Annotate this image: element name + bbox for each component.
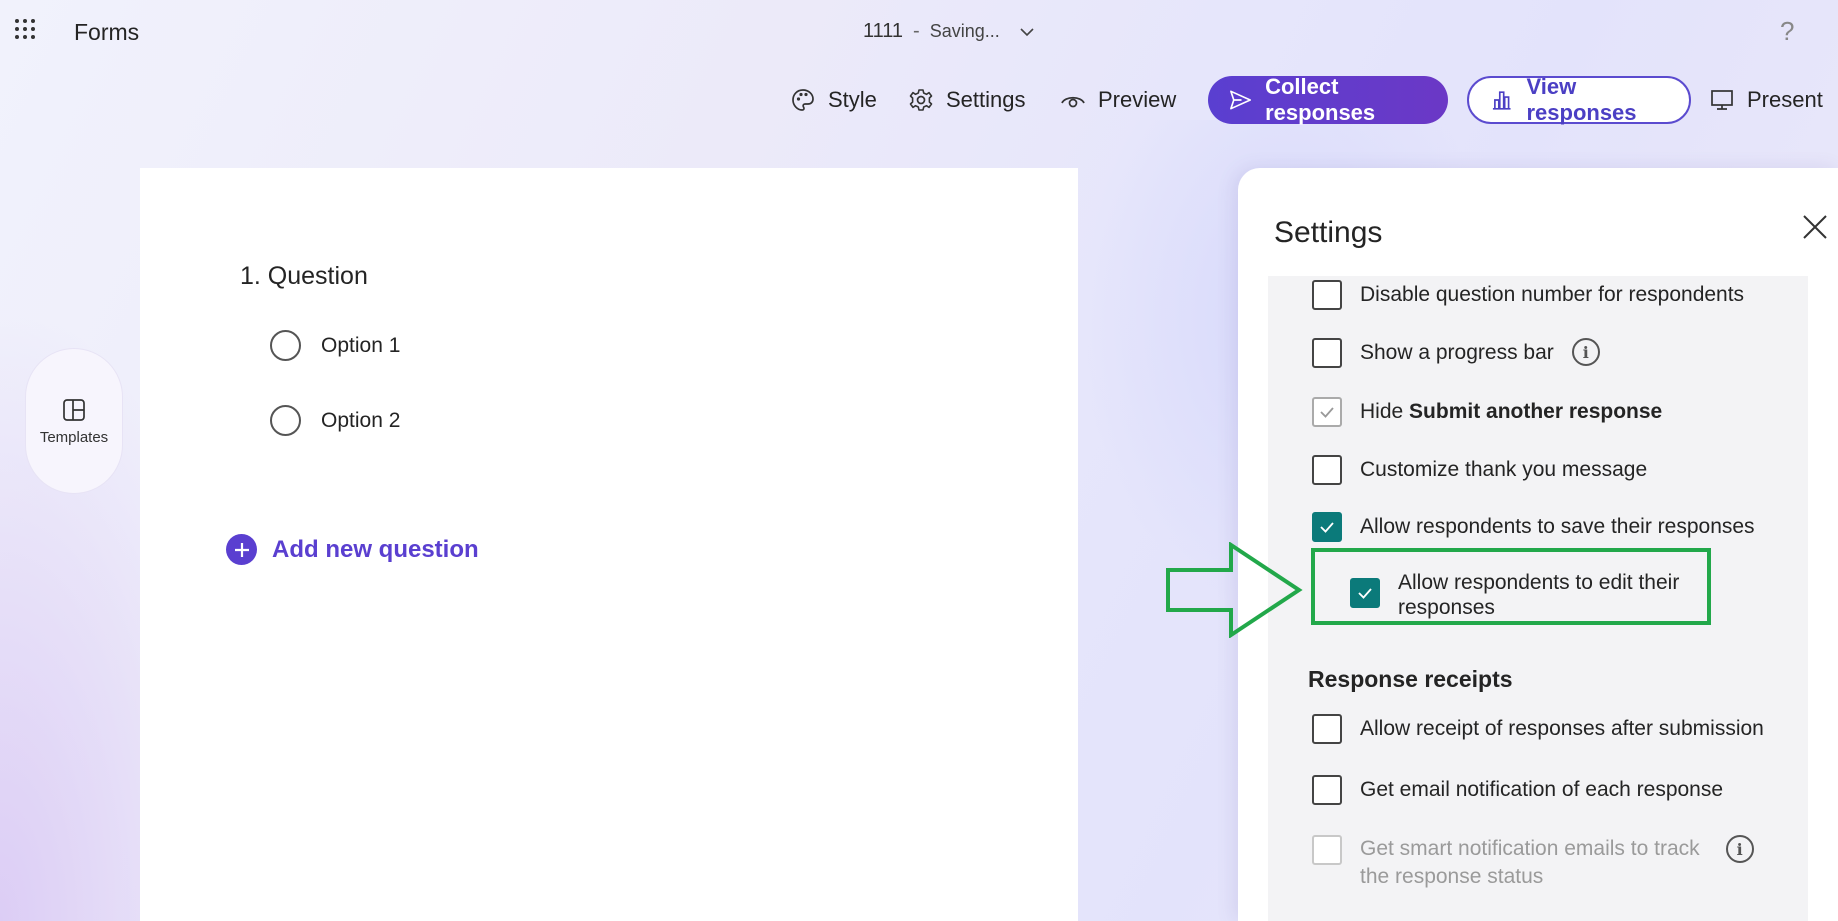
setting-label-line2: the response status [1360, 865, 1544, 888]
help-icon[interactable]: ? [1780, 16, 1794, 47]
settings-panel: Settings Disable question number for res… [1238, 168, 1838, 921]
save-status: Saving... [929, 21, 1000, 41]
document-title-area[interactable]: 1111 - Saving... [863, 20, 1036, 43]
present-button[interactable]: Present [1709, 75, 1823, 125]
option-2[interactable]: Option 2 [270, 405, 400, 436]
view-responses-label: View responses [1526, 74, 1637, 125]
checkbox[interactable] [1312, 775, 1342, 805]
setting-allow-save-responses[interactable]: Allow respondents to save their response… [1312, 512, 1755, 542]
add-new-question-button[interactable]: Add new question [226, 534, 479, 565]
setting-label: Disable question number for respondents [1360, 283, 1745, 306]
present-label: Present [1747, 87, 1823, 112]
preview-button[interactable]: Preview [1060, 75, 1176, 125]
collect-responses-label: Collect responses [1265, 74, 1376, 125]
add-new-question-label: Add new question [272, 535, 479, 563]
app-launcher-icon[interactable] [14, 18, 36, 40]
style-label: Style [828, 87, 877, 112]
checkbox[interactable] [1312, 512, 1342, 542]
checkbox[interactable] [1312, 714, 1342, 744]
view-responses-button[interactable]: View responses [1467, 74, 1691, 125]
checkbox[interactable] [1312, 397, 1342, 427]
gear-icon [909, 89, 933, 111]
settings-button[interactable]: Settings [908, 75, 1026, 125]
checkbox[interactable] [1312, 338, 1342, 368]
setting-label: Hide Submit another response [1360, 397, 1662, 427]
setting-label: Customize thank you message [1360, 458, 1648, 481]
setting-allow-receipt[interactable]: Allow receipt of responses after submiss… [1312, 714, 1764, 744]
app-name[interactable]: Forms [74, 19, 139, 46]
checkbox[interactable] [1312, 835, 1342, 865]
info-icon[interactable]: i [1725, 835, 1754, 863]
preview-label: Preview [1098, 87, 1177, 112]
info-icon[interactable]: i [1571, 338, 1600, 366]
plus-icon [226, 534, 257, 565]
templates-icon [63, 398, 85, 421]
toolbar: Style Settings Preview Collect responses… [0, 74, 1838, 125]
option-label: Option 2 [321, 408, 401, 432]
palette-icon [792, 89, 814, 111]
title-separator: - [913, 20, 920, 42]
bar-chart-icon [1492, 91, 1511, 110]
annotation-highlight-box [1311, 548, 1711, 625]
style-button[interactable]: Style [790, 75, 877, 125]
setting-label: Get email notification of each response [1360, 778, 1724, 801]
question-title[interactable]: 1. Question [240, 262, 368, 291]
setting-email-notification[interactable]: Get email notification of each response [1312, 775, 1723, 805]
checkbox[interactable] [1312, 455, 1342, 485]
annotation-arrow-icon [1166, 542, 1303, 638]
document-title: 1111 [863, 20, 904, 42]
setting-label: Show a progress bar [1360, 341, 1554, 364]
setting-label-bold: Submit another response [1409, 400, 1663, 423]
setting-hide-submit-another[interactable]: Hide Submit another response [1312, 397, 1662, 427]
eye-icon [1061, 96, 1085, 108]
check-icon [1320, 407, 1334, 418]
setting-customize-thank-you[interactable]: Customize thank you message [1312, 455, 1647, 485]
send-icon [1230, 90, 1252, 110]
setting-label: Allow receipt of responses after submiss… [1360, 717, 1764, 740]
option-1[interactable]: Option 1 [270, 330, 400, 361]
setting-label: Get smart notification emails to track t… [1360, 835, 1700, 891]
setting-label-prefix: Hide [1360, 400, 1410, 423]
setting-label: Allow respondents to save their response… [1360, 515, 1755, 538]
response-receipts-heading: Response receipts [1308, 666, 1513, 692]
setting-smart-notification[interactable]: Get smart notification emails to track t… [1312, 835, 1754, 891]
settings-panel-title: Settings [1274, 216, 1383, 249]
radio-button[interactable] [270, 330, 301, 361]
radio-button[interactable] [270, 405, 301, 436]
top-bar: Forms 1111 - Saving... ? [0, 0, 1838, 60]
settings-label: Settings [946, 87, 1026, 112]
chevron-down-icon[interactable] [1018, 23, 1036, 41]
monitor-icon [1711, 90, 1733, 110]
setting-disable-question-number[interactable]: Disable question number for respondents [1312, 280, 1744, 310]
templates-button[interactable]: Templates [25, 348, 123, 494]
checkbox[interactable] [1312, 280, 1342, 310]
setting-label-line1: Get smart notification emails to track [1360, 837, 1700, 860]
collect-responses-button[interactable]: Collect responses [1208, 74, 1448, 125]
templates-label: Templates [39, 428, 109, 446]
close-icon[interactable] [1800, 212, 1830, 242]
option-label: Option 1 [321, 333, 401, 357]
check-icon [1320, 522, 1334, 533]
setting-show-progress-bar[interactable]: Show a progress bar i [1312, 338, 1600, 368]
